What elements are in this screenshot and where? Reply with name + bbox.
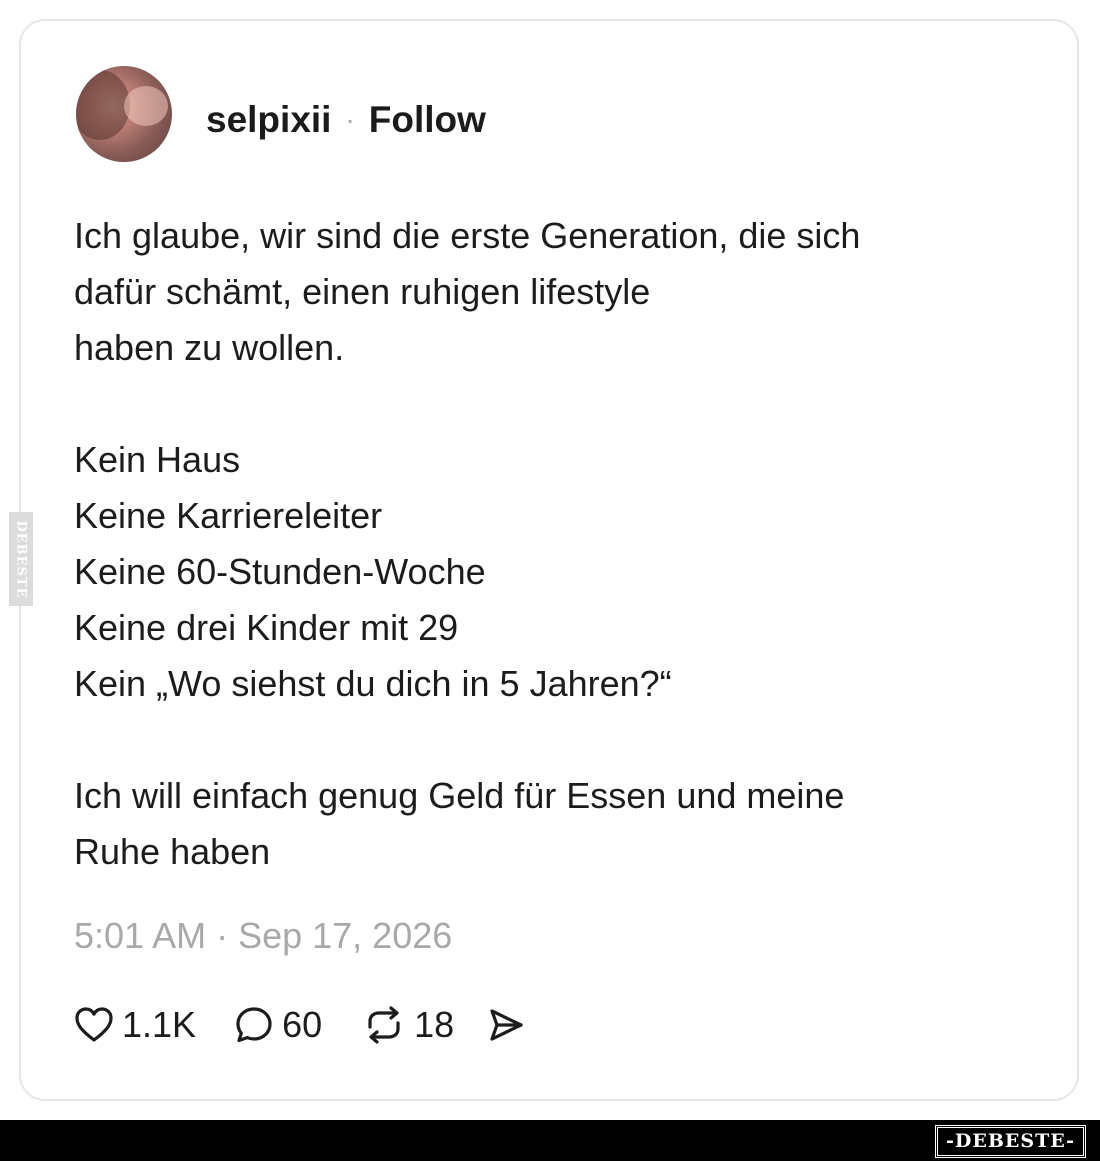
- post-text-line-gap: [74, 712, 974, 768]
- repost-icon: [368, 1006, 400, 1044]
- share-button[interactable]: [486, 1005, 526, 1045]
- post-text-line: Keine Karriereleiter: [74, 495, 383, 536]
- post-timestamp[interactable]: 5:01 AM · Sep 17, 2026: [74, 912, 452, 960]
- post-text-line-gap: [74, 376, 974, 432]
- comment-count: 60: [282, 1004, 323, 1045]
- comment-icon: [236, 1007, 272, 1043]
- avatar[interactable]: [76, 66, 172, 162]
- post-text-line: Ich glaube, wir sind die erste Generatio…: [74, 215, 861, 256]
- side-watermark-text: DEBESTE: [13, 519, 29, 599]
- repost-button[interactable]: 18: [362, 1004, 454, 1046]
- follow-button[interactable]: Follow: [369, 99, 486, 141]
- bottom-watermark-bar: -DEBESTE-: [0, 1120, 1100, 1161]
- side-watermark: DEBESTE: [9, 512, 33, 606]
- post-text-line: Kein „Wo siehst du dich in 5 Jahren?“: [74, 663, 672, 704]
- share-icon: [490, 1009, 523, 1041]
- post-text-line: Ruhe haben: [74, 831, 271, 872]
- post-text-line: Keine 60-Stunden-Woche: [74, 551, 486, 592]
- like-button[interactable]: 1.1K: [74, 1004, 196, 1046]
- post-text-line: haben zu wollen.: [74, 327, 345, 368]
- post-text: Ich glaube, wir sind die erste Generatio…: [74, 208, 974, 880]
- repost-count: 18: [414, 1004, 455, 1045]
- action-bar: 1.1K 60 18: [74, 998, 526, 1052]
- brand-logo: -DEBESTE-: [935, 1125, 1086, 1158]
- post-text-line: Kein Haus: [74, 439, 241, 480]
- avatar-highlight: [124, 86, 168, 126]
- heart-icon: [75, 1007, 113, 1042]
- post-text-line: Keine drei Kinder mit 29: [74, 607, 459, 648]
- comment-button[interactable]: 60: [234, 1004, 322, 1046]
- header-separator: ·: [345, 104, 355, 135]
- post-header: selpixii · Follow: [206, 98, 486, 142]
- username-link[interactable]: selpixii: [206, 99, 331, 141]
- like-count: 1.1K: [122, 1004, 197, 1045]
- post-text-line: dafür schämt, einen ruhigen lifestyle: [74, 271, 651, 312]
- avatar-shade: [76, 70, 130, 140]
- post-text-line: Ich will einfach genug Geld für Essen un…: [74, 775, 845, 816]
